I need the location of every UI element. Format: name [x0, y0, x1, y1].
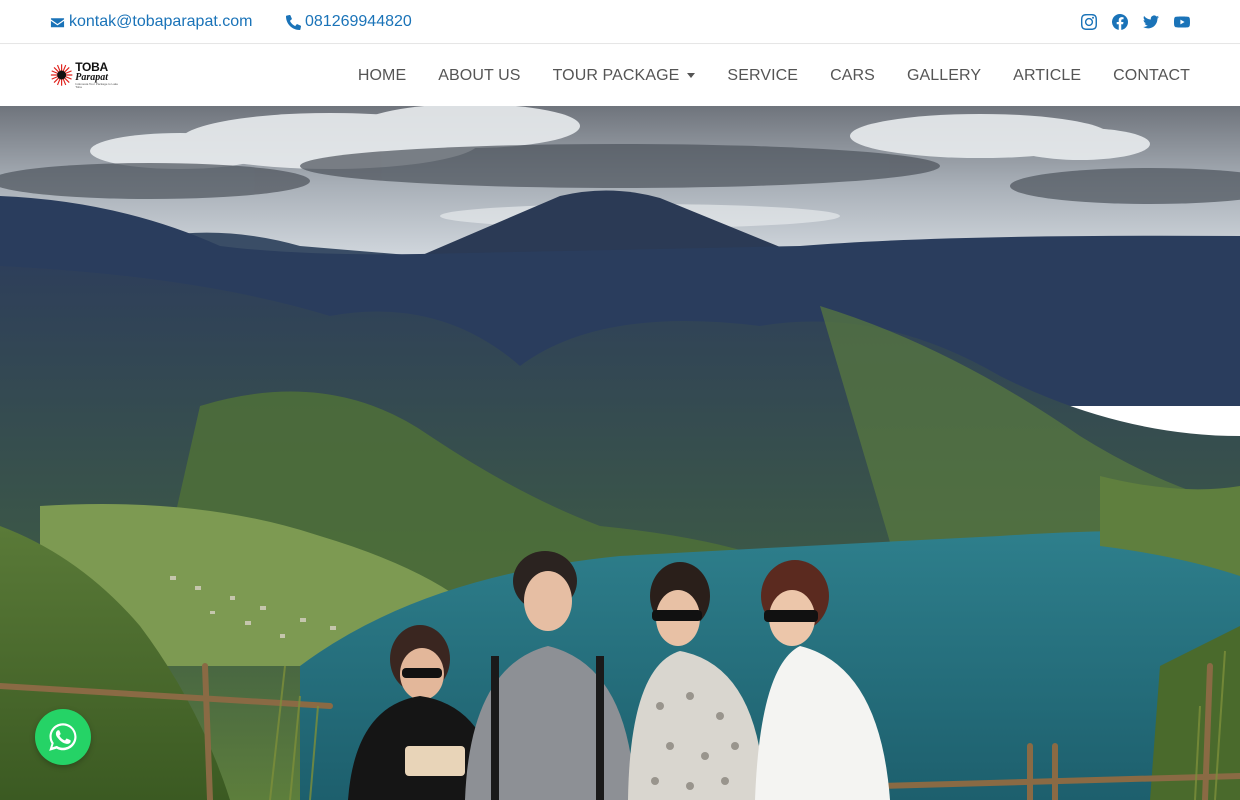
- site-logo[interactable]: TOBA Parapat Indonesia Tour Package to L…: [50, 59, 120, 91]
- phone-link[interactable]: 081269944820: [286, 0, 412, 44]
- phone-icon: [286, 14, 301, 30]
- whatsapp-button[interactable]: [35, 709, 91, 765]
- sun-logo-icon: [50, 64, 73, 86]
- caret-down-icon: [687, 73, 696, 78]
- nav-item-tour-package[interactable]: TOUR PACKAGE: [553, 67, 696, 85]
- nav-item-article[interactable]: ARTICLE: [1013, 67, 1081, 85]
- social-links: [1080, 0, 1190, 44]
- top-bar: kontak@tobaparapat.com 081269944820: [0, 0, 1240, 44]
- main-navbar: TOBA Parapat Indonesia Tour Package to L…: [0, 45, 1240, 106]
- twitter-icon[interactable]: [1142, 14, 1159, 31]
- instagram-icon[interactable]: [1080, 14, 1097, 31]
- phone-text: 081269944820: [305, 13, 412, 30]
- nav-item-home[interactable]: HOME: [358, 67, 406, 85]
- nav-item-about-us[interactable]: ABOUT US: [438, 67, 520, 85]
- youtube-icon[interactable]: [1173, 14, 1190, 31]
- nav-item-contact[interactable]: CONTACT: [1113, 67, 1190, 85]
- nav-menu: HOME ABOUT US TOUR PACKAGE SERVICE CARS …: [326, 45, 1190, 106]
- hero-illustration: [0, 106, 1240, 800]
- whatsapp-icon: [49, 723, 77, 751]
- logo-wordmark: TOBA Parapat Indonesia Tour Package to L…: [75, 61, 120, 89]
- hero-image: [0, 106, 1240, 800]
- nav-item-service[interactable]: SERVICE: [727, 67, 798, 85]
- email-text: kontak@tobaparapat.com: [69, 13, 253, 30]
- nav-item-cars[interactable]: CARS: [830, 67, 875, 85]
- envelope-icon: [50, 17, 65, 27]
- nav-item-gallery[interactable]: GALLERY: [907, 67, 981, 85]
- logo-tagline: Indonesia Tour Package to Lake Toba: [75, 82, 119, 89]
- email-link[interactable]: kontak@tobaparapat.com: [50, 0, 252, 44]
- facebook-icon[interactable]: [1111, 14, 1128, 31]
